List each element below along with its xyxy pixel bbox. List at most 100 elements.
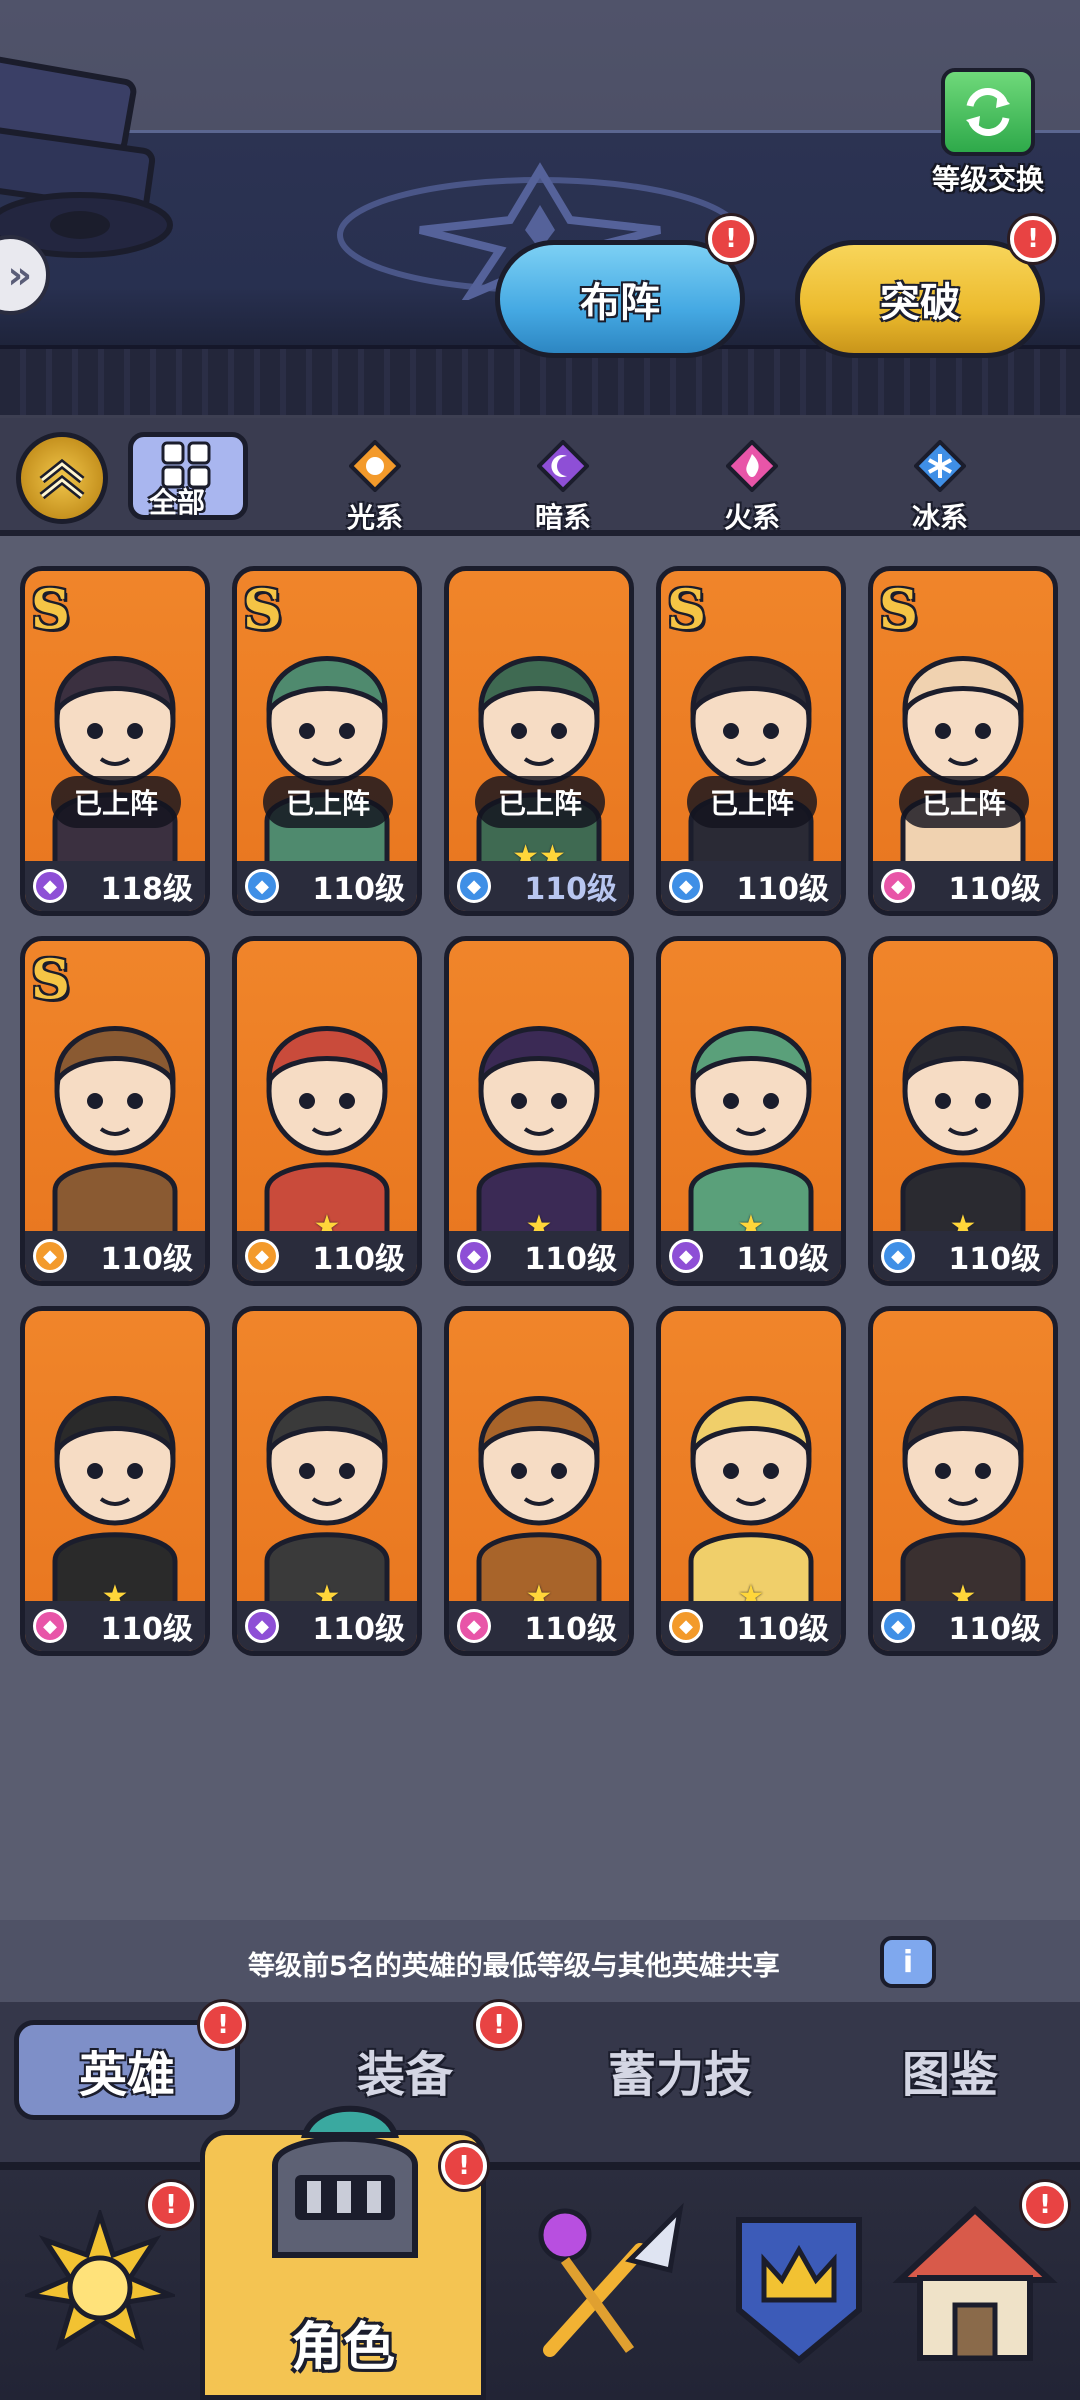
filter-ice-label: 冰系 (911, 501, 968, 534)
hero-card[interactable]: ★ ◆ 110级 (232, 936, 422, 1286)
formation-alert-badge: ! (708, 216, 754, 262)
fire-element-icon (725, 439, 779, 493)
dark-element-icon: ◆ (33, 869, 67, 903)
hero-level: 110级 (948, 1242, 1041, 1277)
filter-ice-tab[interactable]: 冰系 (885, 439, 995, 536)
books-decoration-icon (0, 56, 173, 258)
hero-card[interactable]: ★ ◆ 110级 (232, 1306, 422, 1656)
knight-helmet-icon (272, 2105, 418, 2258)
filter-fire-label: 火系 (723, 501, 780, 534)
hero-card-footer: ◆ 110级 (873, 1601, 1053, 1651)
dark-element-icon: ◆ (245, 1609, 279, 1643)
ice-element-icon: ◆ (881, 1239, 915, 1273)
hero-card-footer: ◆ 110级 (237, 1231, 417, 1281)
info-icon[interactable]: i (880, 1936, 936, 1988)
hero-level: 110级 (736, 1242, 829, 1277)
hero-card-footer: ◆ 110级 (449, 1231, 629, 1281)
tab-codex[interactable]: 图鉴 (860, 2020, 1040, 2120)
nav-sun-alert-badge: ! (148, 2182, 194, 2228)
crown-shield-icon (736, 2217, 862, 2364)
hero-rank-badge: S (879, 577, 918, 641)
filter-all-label: 全部 (149, 486, 206, 519)
hero-card[interactable]: S 已上阵 ◆ 118级 (20, 566, 210, 916)
filter-light-label: 光系 (346, 501, 403, 534)
hero-card-footer: ◆ 110级 (25, 1601, 205, 1651)
dark-element-icon (536, 439, 590, 493)
nav-skills[interactable] (500, 2170, 700, 2400)
hero-level: 110级 (524, 1242, 617, 1277)
breakthrough-label: 突破 (880, 280, 960, 326)
hero-card[interactable]: ★ ◆ 110级 (444, 936, 634, 1286)
filter-fire-tab[interactable]: 火系 (697, 439, 807, 536)
light-element-icon: ◆ (669, 1609, 703, 1643)
hero-card-footer: ◆ 110级 (661, 861, 841, 911)
bottom-nav: ! 角色 ! ! (0, 2105, 1080, 2400)
nav-character-label: 角色 (290, 2318, 395, 2378)
hero-card[interactable]: ★ ◆ 110级 (444, 1306, 634, 1656)
filter-light-tab[interactable]: 光系 (320, 439, 430, 536)
nav-character[interactable]: 角色 ! (200, 2105, 487, 2400)
filter-all-tab[interactable]: 全部 (128, 432, 248, 520)
ice-element-icon: ◆ (669, 869, 703, 903)
hero-card[interactable]: ★ ◆ 110级 (868, 1306, 1058, 1656)
hero-level: 110级 (524, 872, 617, 907)
hero-rank-badge: S (31, 947, 70, 1011)
hero-level: 110级 (736, 1612, 829, 1647)
nav-sun[interactable]: ! (0, 2170, 200, 2400)
ice-element-icon: ◆ (881, 1609, 915, 1643)
fire-element-icon: ◆ (457, 1609, 491, 1643)
light-element-icon: ◆ (33, 1239, 67, 1273)
formation-button[interactable]: 布阵 (495, 240, 745, 358)
hero-deployed-label: 已上阵 (51, 776, 181, 828)
level-swap-button[interactable]: 等级交换 (918, 68, 1058, 198)
breakthrough-button[interactable]: 突破 (795, 240, 1045, 358)
level-share-info-bar: 等级前5名的英雄的最低等级与其他英雄共享 i (0, 1920, 1080, 2002)
hero-rank-badge: S (243, 577, 282, 641)
top-banner: » 等级交换 布阵 ! 突破 ! (0, 0, 1080, 415)
hero-card-footer: ◆ 110级 (449, 861, 629, 911)
breakthrough-alert-badge: ! (1010, 216, 1056, 262)
ice-element-icon: ◆ (457, 869, 491, 903)
magic-sword-icon (538, 2202, 684, 2357)
hero-level: 110级 (100, 1612, 193, 1647)
ice-element-icon: ◆ (245, 869, 279, 903)
hero-level: 110级 (948, 1612, 1041, 1647)
fire-element-icon: ◆ (881, 869, 915, 903)
level-share-info-text: 等级前5名的英雄的最低等级与其他英雄共享 (248, 1951, 780, 1982)
light-element-icon (348, 439, 402, 493)
tab-equipment-alert-badge: ! (476, 2002, 522, 2048)
filter-dark-tab[interactable]: 暗系 (508, 439, 618, 536)
hero-level: 110级 (736, 872, 829, 907)
formation-label: 布阵 (580, 280, 660, 326)
tab-charge-skills[interactable]: 蓄力技 (580, 2020, 780, 2120)
hero-card[interactable]: ★ ◆ 110级 (868, 936, 1058, 1286)
hero-deployed-label: 已上阵 (475, 776, 605, 828)
hero-card[interactable]: ★ ◆ 110级 (656, 1306, 846, 1656)
light-element-icon: ◆ (245, 1239, 279, 1273)
sort-rank-button[interactable] (16, 432, 108, 524)
hero-card[interactable]: 已上阵 ★★ ◆ 110级 (444, 566, 634, 916)
hero-card[interactable]: S ◆ 110级 (20, 936, 210, 1286)
hero-card[interactable]: S 已上阵 ◆ 110级 (232, 566, 422, 916)
nav-character-alert-badge: ! (441, 2143, 487, 2189)
hero-rank-badge: S (667, 577, 706, 641)
hero-card-footer: ◆ 110级 (237, 1601, 417, 1651)
hero-level: 110级 (948, 872, 1041, 907)
hero-card[interactable]: ★ ◆ 110级 (20, 1306, 210, 1656)
hero-card-footer: ◆ 110级 (237, 861, 417, 911)
swap-arrows-icon (941, 68, 1035, 156)
ice-element-icon (913, 439, 967, 493)
hero-card-footer: ◆ 110级 (873, 1231, 1053, 1281)
rank-chevrons-icon (39, 458, 85, 500)
nav-home[interactable]: ! (880, 2170, 1080, 2400)
hero-card[interactable]: ★ ◆ 110级 (656, 936, 846, 1286)
hero-level: 118级 (100, 872, 193, 907)
hero-grid[interactable]: S 已上阵 ◆ 118级 S 已上阵 ◆ 110级 已上阵 ★★ ◆ 110级 S 已上阵 ◆ 110级 S 已上… (0, 536, 1080, 1920)
nav-guild[interactable] (700, 2170, 900, 2400)
hero-card-footer: ◆ 110级 (449, 1601, 629, 1651)
hero-card[interactable]: S 已上阵 ◆ 110级 (868, 566, 1058, 916)
hero-rank-badge: S (31, 577, 70, 641)
hero-level: 110级 (312, 1612, 405, 1647)
hero-card-footer: ◆ 110级 (661, 1231, 841, 1281)
hero-card[interactable]: S 已上阵 ◆ 110级 (656, 566, 846, 916)
